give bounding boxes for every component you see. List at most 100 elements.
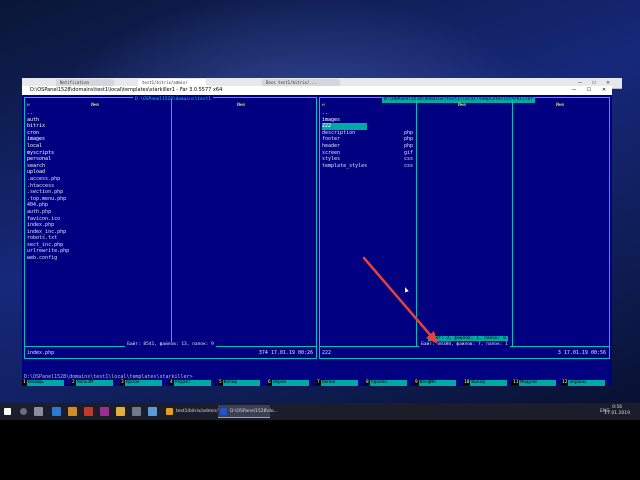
file-list-item[interactable]: cron <box>27 130 69 137</box>
file-name: index.php <box>27 222 55 229</box>
file-name: personal <box>27 156 52 163</box>
function-key-1[interactable]: 1 Помощь <box>22 380 64 386</box>
function-key-10[interactable]: 10 Выход <box>463 380 508 386</box>
file-list-item[interactable]: .access.php <box>27 176 69 183</box>
function-key-bar: 1 Помощь 2 ПользМ 3 Просм 4 Редакт 5 Копир 6 Перен 7… <box>22 380 612 386</box>
left-panel-path: D:\OSPanel1528\domains\test1 <box>133 97 213 103</box>
window-maximize-button[interactable]: ☐ <box>583 86 595 95</box>
window-titlebar[interactable]: D:\OSPanel1528\domains\test1\local\templ… <box>22 86 612 95</box>
key-label: Помощь <box>26 380 64 386</box>
file-list-item[interactable]: search <box>27 163 69 170</box>
file-list-item[interactable]: local <box>27 143 69 150</box>
taskbar-app-far[interactable]: D:\OSPanel1528\do... <box>218 405 278 418</box>
right-current-meta: 3 17.01.19 00:56 <box>557 350 606 356</box>
file-list-item[interactable]: web.config <box>27 255 69 262</box>
function-key-3[interactable]: 3 Просм <box>120 380 162 386</box>
file-extension: php <box>404 142 414 149</box>
file-list-item[interactable]: screen gif <box>322 150 413 157</box>
key-label: КонфМн <box>418 380 456 386</box>
file-list-item[interactable]: styles css <box>322 156 413 163</box>
file-list-item[interactable]: favicon.ico <box>27 216 69 223</box>
system-clock[interactable]: 0:56 17.01.2019 <box>604 405 630 417</box>
file-list-item[interactable]: template_styles css <box>322 163 413 170</box>
file-extension: css <box>404 156 414 163</box>
window-minimize-button[interactable]: — <box>568 86 580 95</box>
function-key-8[interactable]: 8 Удален <box>365 380 407 386</box>
file-list-item[interactable]: index.php <box>27 222 69 229</box>
file-name: upload <box>27 169 46 176</box>
file-list-item[interactable]: .. <box>322 110 367 117</box>
calculator-icon[interactable] <box>132 407 141 416</box>
file-list-item[interactable]: upload <box>27 169 69 176</box>
file-list-item[interactable]: personal <box>27 156 69 163</box>
file-name: .top.menu.php <box>27 195 67 202</box>
file-list-item[interactable]: index_inc.php <box>27 229 69 236</box>
file-list-item[interactable]: .top.menu.php <box>27 196 69 203</box>
file-name: .htaccess <box>27 182 55 189</box>
function-key-4[interactable]: 4 Редакт <box>169 380 211 386</box>
file-list-item[interactable]: auth <box>27 117 69 124</box>
function-key-2[interactable]: 2 ПользМ <box>71 380 113 386</box>
key-label: Папка <box>320 380 358 386</box>
function-key-7[interactable]: 7 Папка <box>316 380 358 386</box>
key-number: 12 <box>561 380 569 385</box>
file-list-item[interactable]: myscripts <box>27 150 69 157</box>
file-list-item[interactable]: description php <box>322 130 413 137</box>
task-view-icon[interactable] <box>34 407 43 416</box>
column-separator <box>416 99 417 346</box>
file-extension: php <box>404 136 414 143</box>
taskbar-app-browser[interactable]: test1/bitrix/admin/... <box>164 405 222 418</box>
function-key-9[interactable]: 9 КонфМн <box>414 380 456 386</box>
file-name: footer <box>322 136 341 143</box>
file-list-item[interactable]: .htaccess <box>27 183 69 190</box>
file-list-item[interactable]: bitrix <box>27 123 69 130</box>
file-list-item[interactable]: footer php <box>322 136 413 143</box>
key-label: Модули <box>519 380 557 386</box>
file-name: .. <box>27 110 34 116</box>
file-list-item[interactable]: images <box>27 136 69 143</box>
file-list-item[interactable]: 404.php <box>27 202 69 209</box>
function-key-5[interactable]: 5 Копир <box>218 380 260 386</box>
window-close-button[interactable]: ✕ <box>598 86 610 95</box>
function-key-11[interactable]: 11 Модули <box>512 380 557 386</box>
file-name: index_inc.php <box>27 228 67 235</box>
file-list-item[interactable]: images <box>322 117 367 124</box>
windows-taskbar: test1/bitrix/admin/... D:\OSPanel1528\do… <box>0 403 640 420</box>
file-list-item[interactable]: header php <box>322 142 413 150</box>
key-label: ПользМ <box>75 380 113 386</box>
file-name: search <box>27 162 46 169</box>
function-key-6[interactable]: 6 Перен <box>267 380 309 386</box>
column-separator <box>171 99 172 346</box>
edge-icon[interactable] <box>52 407 61 416</box>
app-icon[interactable] <box>116 407 125 416</box>
file-list-item[interactable]: .. <box>27 110 69 117</box>
windows-start-icon[interactable] <box>4 408 11 415</box>
app-icon[interactable] <box>148 407 157 416</box>
file-list-item[interactable]: urlrewrite.php <box>27 248 69 255</box>
file-list-item[interactable]: auth.php <box>27 209 69 216</box>
column-header-name: Имя <box>237 103 246 108</box>
file-name: sect_inc.php <box>27 241 64 248</box>
file-list-item[interactable]: 222 <box>322 123 368 130</box>
file-name: images <box>27 136 46 143</box>
file-name: auth <box>27 116 40 123</box>
file-list-item[interactable]: sect_inc.php <box>27 242 69 249</box>
right-file-panel[interactable]: D:\OSPanel1528\domains\test1\local\templ… <box>319 97 610 359</box>
file-name: bitrix <box>27 123 46 130</box>
folder-icon[interactable] <box>68 407 77 416</box>
function-key-12[interactable]: 12 Экраны <box>561 380 606 386</box>
clock-date: 17.01.2019 <box>604 411 630 416</box>
app-icon[interactable] <box>100 407 109 416</box>
file-name: 222 <box>322 123 332 130</box>
file-name: header <box>322 142 341 149</box>
file-list-item[interactable]: robots.txt <box>27 235 69 242</box>
right-current-file: 222 <box>322 350 332 356</box>
left-file-panel[interactable]: D:\OSPanel1528\domains\test1 н Имя Имя .… <box>24 97 317 359</box>
file-name: .section.php <box>27 189 64 196</box>
file-name: .access.php <box>27 175 61 182</box>
key-label: Копир <box>222 380 260 386</box>
right-file-list: .. images 222 description php footer php header… <box>322 110 413 170</box>
search-icon[interactable] <box>20 408 27 415</box>
file-list-item[interactable]: .section.php <box>27 189 69 196</box>
app-icon[interactable] <box>84 407 93 416</box>
